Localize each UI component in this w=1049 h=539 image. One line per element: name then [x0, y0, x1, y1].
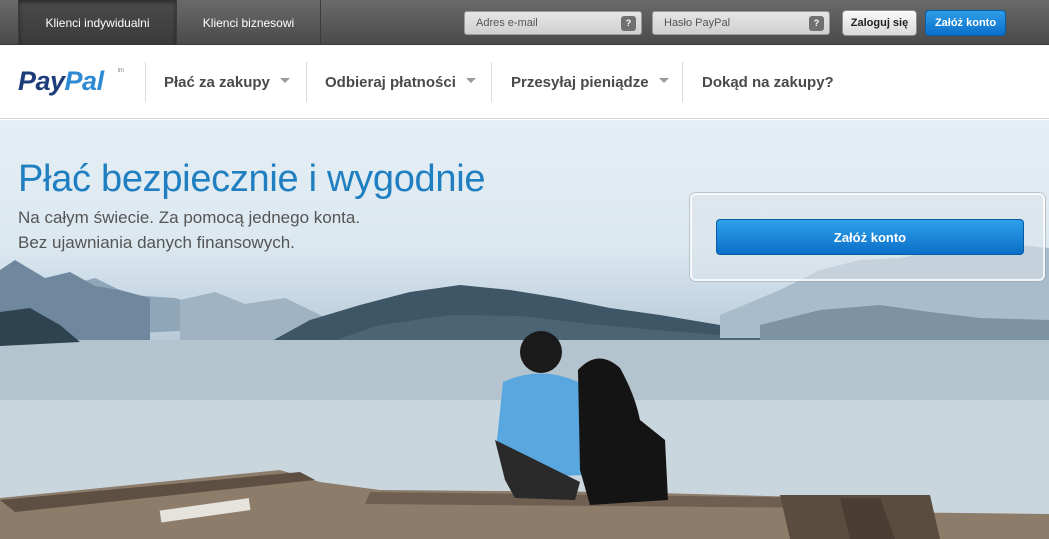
nav-divider [682, 62, 683, 102]
main-navigation: PayPal tm Płać za zakupy Odbieraj płatno… [0, 46, 1049, 119]
hero-banner: Płać bezpiecznie i wygodnie Na całym świ… [0, 120, 1049, 539]
password-field[interactable]: Hasło PayPal ? [652, 11, 830, 35]
nav-item-odbieraj-platnosci[interactable]: Odbieraj płatności [325, 72, 476, 92]
top-utility-bar: Klienci indywidualni Klienci biznesowi A… [0, 0, 1049, 45]
hero-subtitle-line2: Bez ujawniania danych finansowych. [18, 233, 295, 252]
nav-item-label: Dokąd na zakupy? [702, 73, 834, 91]
tab-label: Klienci indywidualni [45, 15, 150, 30]
signup-panel: Załóż konto [690, 193, 1045, 281]
nav-divider [306, 62, 307, 102]
tab-klienci-indywidualni[interactable]: Klienci indywidualni [18, 0, 177, 45]
nav-divider [145, 62, 146, 102]
nav-item-plac-za-zakupy[interactable]: Płać za zakupy [164, 72, 290, 92]
login-button[interactable]: Zaloguj się [842, 10, 917, 36]
hero-title: Płać bezpiecznie i wygodnie [18, 158, 486, 200]
hero-subtitle-line1: Na całym świecie. Za pomocą jednego kont… [18, 208, 361, 227]
logo-pal: Pal [64, 66, 105, 96]
nav-item-label: Przesyłaj pieniądze [511, 73, 649, 91]
chevron-down-icon [465, 77, 476, 83]
signup-button-hero[interactable]: Załóż konto [716, 219, 1024, 255]
chevron-down-icon [279, 77, 290, 83]
nav-item-dokad-na-zakupy[interactable]: Dokąd na zakupy? [702, 72, 834, 92]
help-icon[interactable]: ? [621, 16, 636, 31]
password-placeholder: Hasło PayPal [664, 17, 731, 29]
paypal-logo[interactable]: PayPal tm [18, 66, 124, 97]
tab-klienci-biznesowi[interactable]: Klienci biznesowi [177, 0, 321, 45]
tab-label: Klienci biznesowi [202, 15, 295, 30]
nav-item-label: Odbieraj płatności [325, 73, 456, 91]
logo-pay: Pay [18, 66, 65, 96]
nav-item-przesylaj-pieniadze[interactable]: Przesyłaj pieniądze [511, 72, 669, 92]
chevron-down-icon [658, 77, 669, 83]
logo-trademark: tm [118, 68, 124, 74]
signup-button-top[interactable]: Załóż konto [925, 10, 1006, 36]
email-placeholder: Adres e-mail [476, 17, 538, 29]
help-icon[interactable]: ? [809, 16, 824, 31]
nav-divider [491, 62, 492, 102]
email-field[interactable]: Adres e-mail ? [464, 11, 642, 35]
nav-item-label: Płać za zakupy [164, 73, 270, 91]
